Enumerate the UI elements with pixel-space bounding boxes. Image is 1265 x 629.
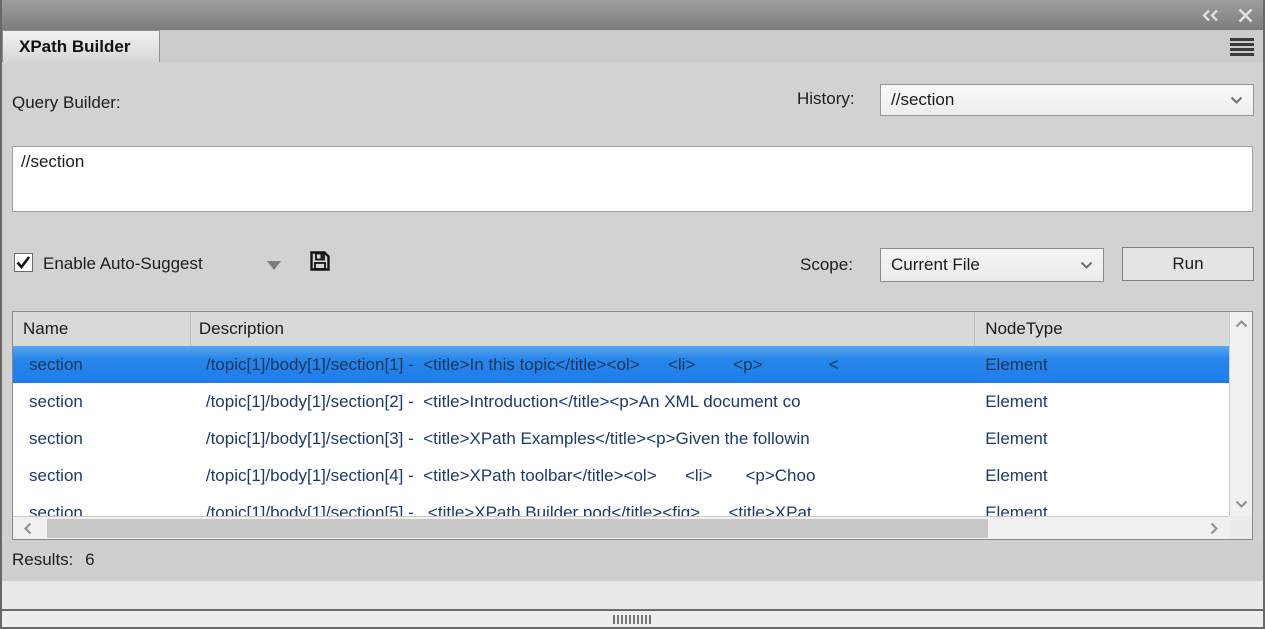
double-chevron-left-icon bbox=[1201, 9, 1221, 22]
xpath-builder-panel: { "tab": { "title": "XPath Builder" }, "… bbox=[0, 0, 1265, 629]
cell-name: section bbox=[13, 457, 191, 494]
chevron-up-icon bbox=[1235, 320, 1248, 328]
table-row[interactable]: section /topic[1]/body[1]/section[3] - <… bbox=[13, 420, 1229, 457]
titlebar bbox=[2, 0, 1263, 31]
bottom-strip bbox=[2, 581, 1263, 609]
tab-xpath-builder[interactable]: XPath Builder bbox=[2, 30, 160, 62]
chevron-right-icon bbox=[1210, 522, 1218, 535]
cell-name: section bbox=[13, 420, 191, 457]
save-icon bbox=[309, 250, 331, 272]
cell-nodetype: Element bbox=[975, 420, 1229, 457]
tab-label: XPath Builder bbox=[19, 37, 130, 57]
chevron-down-icon bbox=[1230, 96, 1243, 104]
collapse-button[interactable] bbox=[1199, 5, 1223, 25]
close-icon bbox=[1238, 8, 1253, 23]
chevron-down-icon bbox=[1080, 261, 1093, 269]
run-button[interactable]: Run bbox=[1122, 247, 1254, 281]
triangle-down-icon bbox=[267, 261, 281, 270]
cell-description: /topic[1]/body[1]/section[1] - <title>In… bbox=[191, 346, 975, 383]
results-count: 6 bbox=[85, 550, 94, 569]
resize-strip bbox=[2, 611, 1263, 627]
resize-grip[interactable] bbox=[613, 615, 653, 624]
save-query-button[interactable] bbox=[308, 249, 332, 273]
vertical-scrollbar[interactable] bbox=[1229, 312, 1252, 516]
auto-suggest-checkbox[interactable] bbox=[14, 253, 33, 272]
scroll-left-button[interactable] bbox=[17, 517, 39, 539]
results-table: Name Description NodeType section /topic… bbox=[12, 311, 1253, 540]
scope-dropdown[interactable]: Current File bbox=[880, 248, 1104, 282]
results-label: Results: bbox=[12, 550, 73, 569]
menu-icon bbox=[1230, 38, 1254, 56]
panel-menu-button[interactable] bbox=[1229, 37, 1255, 56]
table-row[interactable]: section /topic[1]/body[1]/section[2] - <… bbox=[13, 383, 1229, 420]
scrollbar-corner bbox=[1229, 516, 1252, 539]
auto-suggest-label: Enable Auto-Suggest bbox=[43, 254, 203, 274]
history-label: History: bbox=[797, 89, 855, 109]
scope-selected-value: Current File bbox=[891, 255, 1080, 275]
cell-name: section bbox=[13, 494, 191, 516]
cell-nodetype: Element bbox=[975, 346, 1229, 383]
cell-name: section bbox=[13, 383, 191, 420]
cell-nodetype: Element bbox=[975, 494, 1229, 516]
cell-nodetype: Element bbox=[975, 383, 1229, 420]
tabstrip: XPath Builder bbox=[2, 30, 1263, 62]
history-selected-value: //section bbox=[891, 90, 1230, 110]
status-bar: Results: 6 bbox=[2, 540, 1263, 581]
chevron-down-icon bbox=[1235, 500, 1248, 508]
scroll-right-button[interactable] bbox=[1203, 517, 1225, 539]
cell-description: /topic[1]/body[1]/section[5] - <title>XP… bbox=[191, 494, 975, 516]
scope-label: Scope: bbox=[800, 255, 853, 275]
table-row[interactable]: section /topic[1]/body[1]/section[5] - <… bbox=[13, 494, 1229, 516]
cell-description: /topic[1]/body[1]/section[3] - <title>XP… bbox=[191, 420, 975, 457]
table-row[interactable]: section /topic[1]/body[1]/section[1] - <… bbox=[13, 346, 1229, 383]
column-header-description[interactable]: Description bbox=[191, 312, 975, 346]
query-input[interactable]: //section bbox=[12, 146, 1253, 212]
cell-description: /topic[1]/body[1]/section[2] - <title>In… bbox=[191, 383, 975, 420]
table-body: section /topic[1]/body[1]/section[1] - <… bbox=[13, 346, 1229, 516]
column-header-nodetype[interactable]: NodeType bbox=[975, 312, 1229, 346]
horizontal-scrollbar[interactable] bbox=[13, 516, 1229, 539]
chevron-left-icon bbox=[24, 522, 32, 535]
close-button[interactable] bbox=[1233, 5, 1257, 25]
cell-nodetype: Element bbox=[975, 457, 1229, 494]
table-row[interactable]: section /topic[1]/body[1]/section[4] - <… bbox=[13, 457, 1229, 494]
history-dropdown[interactable]: //section bbox=[880, 84, 1254, 116]
query-builder-label: Query Builder: bbox=[12, 93, 121, 113]
horizontal-scroll-thumb[interactable] bbox=[47, 519, 988, 538]
auto-suggest-more-button[interactable] bbox=[265, 258, 283, 272]
scroll-up-button[interactable] bbox=[1230, 318, 1252, 330]
column-header-name[interactable]: Name bbox=[13, 312, 191, 346]
checkmark-icon bbox=[16, 256, 31, 269]
table-header-row: Name Description NodeType bbox=[13, 312, 1229, 346]
scroll-down-button[interactable] bbox=[1230, 498, 1252, 510]
cell-description: /topic[1]/body[1]/section[4] - <title>XP… bbox=[191, 457, 975, 494]
cell-name: section bbox=[13, 346, 191, 383]
